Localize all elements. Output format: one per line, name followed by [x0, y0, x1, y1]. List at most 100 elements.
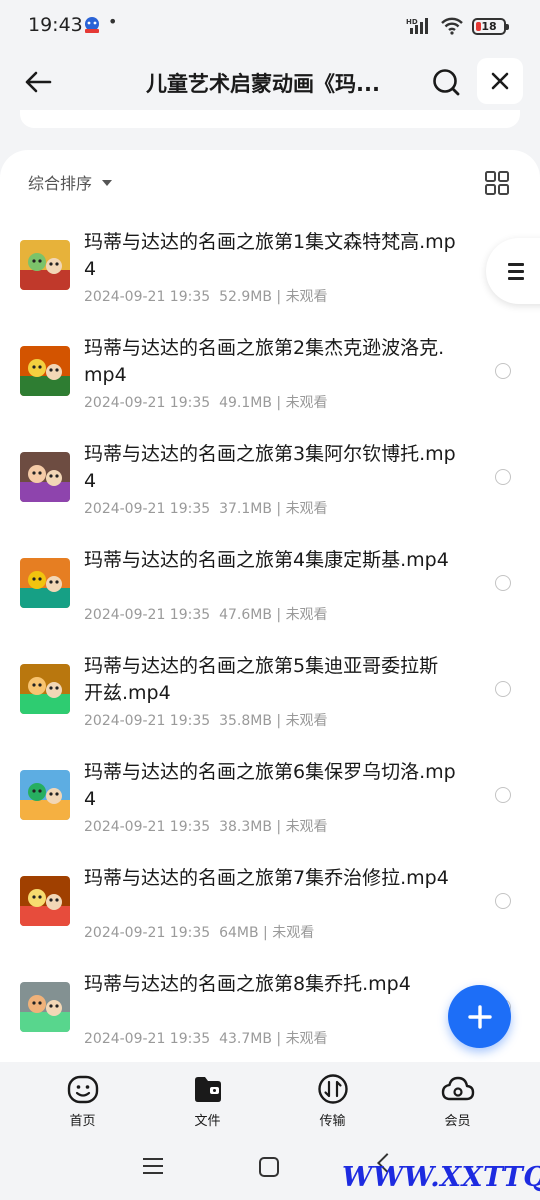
file-row[interactable]: 玛蒂与达达的名画之旅第3集阿尔钦博托.mp4 2024-09-21 19:35 3…	[0, 432, 540, 538]
file-name: 玛蒂与达达的名画之旅第8集乔托.mp4	[84, 973, 411, 995]
nav-transfer[interactable]: 传输	[270, 1062, 395, 1132]
video-thumbnail	[20, 346, 70, 396]
file-size: 38.3MB	[219, 819, 272, 835]
file-row[interactable]: 玛蒂与达达的名画之旅第7集乔治修拉.mp4 2024-09-21 19:35 64…	[0, 856, 540, 962]
file-date: 2024-09-21 19:35	[84, 395, 211, 411]
file-name: 玛蒂与达达的名画之旅第3集阿尔钦博托.mp4	[84, 443, 456, 492]
search-icon	[433, 69, 460, 96]
nav-label: 文件	[194, 1114, 221, 1129]
file-list-card: 综合排序 玛蒂与达达的名画之旅第1集文森特梵高.mp4 2024-09-21 19…	[0, 150, 540, 1070]
file-status: 未观看	[285, 819, 328, 835]
file-meta: 2024-09-21 19:35 43.7MB | 未观看	[84, 1028, 328, 1048]
select-radio[interactable]	[495, 469, 511, 485]
file-size: 52.9MB	[219, 289, 272, 305]
sort-bar: 综合排序	[0, 150, 540, 214]
baidu-bear-icon	[85, 17, 99, 33]
arrow-left-icon	[25, 71, 52, 93]
nav-files[interactable]: 文件	[145, 1062, 270, 1132]
select-radio[interactable]	[495, 575, 511, 591]
sort-dropdown[interactable]: 综合排序	[28, 170, 113, 194]
status-bar: 19:43 • HD 18	[0, 0, 540, 52]
transfer-icon	[316, 1072, 350, 1106]
file-size: 35.8MB	[219, 713, 272, 729]
select-radio[interactable]	[495, 893, 511, 909]
file-date: 2024-09-21 19:35	[84, 289, 211, 305]
file-row[interactable]: 玛蒂与达达的名画之旅第4集康定斯基.mp4 2024-09-21 19:35 47…	[0, 538, 540, 644]
cloud-icon	[441, 1072, 475, 1106]
file-name: 玛蒂与达达的名画之旅第6集保罗乌切洛.mp4	[84, 761, 456, 810]
folder-icon	[191, 1072, 225, 1106]
screen: 19:43 • HD 18 儿童艺术启蒙动画《玛... 综合排序 玛蒂与达达的名…	[0, 0, 540, 1200]
file-status: 未观看	[285, 1031, 328, 1047]
video-thumbnail	[20, 664, 70, 714]
video-thumbnail	[20, 982, 70, 1032]
battery-level	[476, 21, 481, 31]
file-meta: 2024-09-21 19:35 64MB | 未观看	[84, 922, 314, 942]
file-status: 未观看	[285, 713, 328, 729]
signal-icon: HD	[406, 18, 428, 34]
wifi-icon	[441, 17, 463, 35]
file-name: 玛蒂与达达的名画之旅第5集迪亚哥委拉斯开兹.mp4	[84, 655, 439, 704]
file-list: 玛蒂与达达的名画之旅第1集文森特梵高.mp4 2024-09-21 19:35 5…	[0, 220, 540, 1068]
menu-lines-icon	[508, 262, 524, 280]
file-date: 2024-09-21 19:35	[84, 1031, 211, 1047]
close-icon	[491, 72, 509, 90]
file-name: 玛蒂与达达的名画之旅第4集康定斯基.mp4	[84, 549, 449, 571]
file-meta: 2024-09-21 19:35 38.3MB | 未观看	[84, 816, 328, 836]
file-meta: 2024-09-21 19:35 37.1MB | 未观看	[84, 498, 328, 518]
page-title: 儿童艺术启蒙动画《玛...	[146, 72, 380, 96]
file-meta: 2024-09-21 19:35 52.9MB | 未观看	[84, 286, 328, 306]
video-thumbnail	[20, 770, 70, 820]
file-status: 未观看	[285, 395, 328, 411]
nav-home[interactable]: 首页	[20, 1062, 145, 1132]
add-button[interactable]	[448, 985, 511, 1048]
file-name: 玛蒂与达达的名画之旅第1集文森特梵高.mp4	[84, 231, 456, 280]
file-row[interactable]: 玛蒂与达达的名画之旅第6集保罗乌切洛.mp4 2024-09-21 19:35 3…	[0, 750, 540, 856]
file-meta: 2024-09-21 19:35 49.1MB | 未观看	[84, 392, 328, 412]
file-size: 37.1MB	[219, 501, 272, 517]
file-name: 玛蒂与达达的名画之旅第7集乔治修拉.mp4	[84, 867, 449, 889]
caret-down-icon	[102, 180, 113, 186]
home-button[interactable]	[259, 1157, 279, 1177]
recent-apps-button[interactable]	[143, 1158, 163, 1179]
nav-label: 会员	[444, 1114, 471, 1129]
file-size: 47.6MB	[219, 607, 272, 623]
status-time: 19:43	[28, 14, 83, 36]
video-thumbnail	[20, 558, 70, 608]
nav-label: 首页	[69, 1114, 96, 1129]
back-button[interactable]	[18, 60, 58, 104]
file-status: 未观看	[285, 501, 328, 517]
file-status: 未观看	[285, 289, 328, 305]
nav-label: 传输	[319, 1114, 346, 1129]
file-name: 玛蒂与达达的名画之旅第2集杰克逊波洛克.mp4	[84, 337, 445, 386]
file-status: 未观看	[285, 607, 328, 623]
watermark: WWW.XXTTQ.COM	[342, 1162, 540, 1193]
select-radio[interactable]	[495, 363, 511, 379]
close-button[interactable]	[477, 58, 523, 104]
nav-vip[interactable]: 会员	[395, 1062, 520, 1132]
file-meta: 2024-09-21 19:35 35.8MB | 未观看	[84, 710, 328, 730]
battery-percent: 18	[481, 19, 497, 33]
file-row[interactable]: 玛蒂与达达的名画之旅第1集文森特梵高.mp4 2024-09-21 19:35 5…	[0, 220, 540, 326]
sort-label: 综合排序	[28, 174, 93, 193]
select-radio[interactable]	[495, 681, 511, 697]
file-date: 2024-09-21 19:35	[84, 925, 211, 941]
search-button[interactable]	[424, 60, 468, 104]
file-date: 2024-09-21 19:35	[84, 501, 211, 517]
file-status: 未观看	[272, 925, 315, 941]
video-thumbnail	[20, 452, 70, 502]
select-radio[interactable]	[495, 787, 511, 803]
grid-view-icon[interactable]	[484, 170, 510, 196]
file-row[interactable]: 玛蒂与达达的名画之旅第2集杰克逊波洛克.mp4 2024-09-21 19:35 …	[0, 326, 540, 432]
plus-icon	[467, 1004, 492, 1029]
video-thumbnail	[20, 240, 70, 290]
file-size: 43.7MB	[219, 1031, 272, 1047]
status-dot: •	[108, 12, 118, 31]
bottom-nav: 首页 文件 传输 会员	[0, 1062, 540, 1132]
file-meta: 2024-09-21 19:35 47.6MB | 未观看	[84, 604, 328, 624]
file-size: 49.1MB	[219, 395, 272, 411]
file-row[interactable]: 玛蒂与达达的名画之旅第5集迪亚哥委拉斯开兹.mp4 2024-09-21 19:3…	[0, 644, 540, 750]
file-size: 64MB	[219, 925, 259, 941]
svg-text:HD: HD	[406, 18, 418, 26]
collapsed-panel	[20, 110, 520, 128]
